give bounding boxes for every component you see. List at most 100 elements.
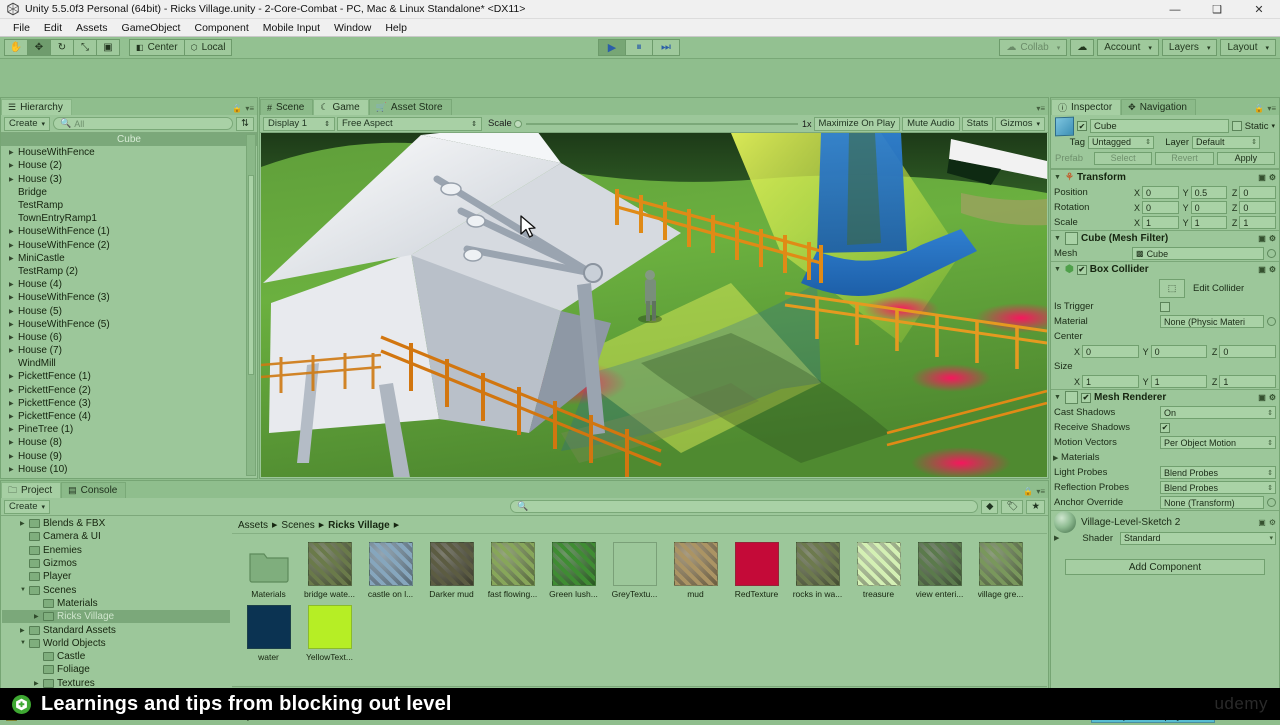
expand-arrow-icon[interactable]: ▶ (9, 255, 18, 262)
hierarchy-item[interactable]: TownEntryRamp1 (1, 212, 257, 225)
prefab-select-button[interactable]: Select (1094, 151, 1153, 165)
display-dropdown[interactable]: Display 1 ⇕ (263, 116, 335, 131)
add-component-button[interactable]: Add Component (1065, 559, 1265, 575)
transform-header-actions[interactable]: ▣ ⚙ (1258, 173, 1276, 182)
breadcrumb-current[interactable]: Ricks Village (328, 520, 390, 531)
gear-icon[interactable]: ⚙ (1269, 393, 1276, 402)
object-enabled-checkbox[interactable]: ✔ (1077, 121, 1087, 131)
foldout-icon[interactable]: ▼ (1054, 394, 1062, 401)
step-button[interactable]: ⏭ (652, 39, 680, 56)
project-folder-tree[interactable]: ▶ Blends & FBX Camera & UI Enemies Gizmos Pla… (2, 517, 230, 703)
cloud-services-button[interactable]: ☁ (1070, 39, 1095, 56)
mesh-renderer-enabled-checkbox[interactable]: ✔ (1081, 392, 1091, 403)
asset-item[interactable]: bridge wate... (299, 542, 360, 599)
expand-arrow-icon[interactable]: ▶ (9, 281, 18, 288)
material-header[interactable]: Village-Level-Sketch 2 ▣ ⚙ (1054, 511, 1276, 533)
scale-y-field[interactable]: 1 (1190, 216, 1228, 229)
hierarchy-item[interactable]: ▶ HouseWithFence (3) (1, 291, 257, 304)
hierarchy-item[interactable]: ▶ MiniCastle (1, 252, 257, 265)
aspect-dropdown[interactable]: Free Aspect ⇕ (337, 116, 482, 131)
menu-item-mobile-input[interactable]: Mobile Input (256, 20, 327, 36)
gear-icon[interactable]: ⚙ (1269, 173, 1276, 182)
asset-item[interactable]: Materials (238, 542, 299, 599)
scale-tool-icon[interactable]: ⤡ (73, 39, 97, 56)
rect-tool-icon[interactable]: ▣ (96, 39, 120, 56)
project-tree-item[interactable]: ▼ Scenes (2, 583, 230, 596)
position-y-field[interactable]: 0.5 (1190, 186, 1228, 199)
project-tree-item[interactable]: Enemies (2, 544, 230, 557)
tab-navigation[interactable]: ✥ Navigation (1121, 99, 1196, 115)
expand-arrow-icon[interactable]: ▶ (9, 228, 18, 235)
tab-asset-store[interactable]: 🛒 Asset Store (368, 99, 452, 115)
project-tree-item[interactable]: ▶ Ricks Village (2, 610, 230, 624)
hierarchy-create-button[interactable]: Create ▾ (4, 116, 51, 131)
game-render-canvas[interactable] (261, 133, 1047, 477)
lock-icon[interactable]: 🔒 (232, 104, 242, 113)
gear-icon[interactable]: ⚙ (1269, 265, 1276, 274)
hierarchy-item[interactable]: ▶ House (6) (1, 331, 257, 344)
tab-inspector[interactable]: ⓘ Inspector (1051, 99, 1122, 115)
menu-item-window[interactable]: Window (327, 20, 378, 36)
scale-slider[interactable]: 1x (513, 119, 812, 129)
expand-arrow-icon[interactable]: ▶ (9, 387, 18, 394)
panel-menu-icon[interactable]: ▾≡ (1267, 104, 1276, 113)
menu-item-help[interactable]: Help (378, 20, 414, 36)
asset-item[interactable]: rocks in wa... (787, 542, 848, 599)
hierarchy-sort-button[interactable]: ⇅ (236, 116, 254, 131)
position-x-field[interactable]: 0 (1142, 186, 1179, 199)
lock-icon[interactable]: 🔒 (1023, 487, 1033, 496)
foldout-icon[interactable]: ▼ (1054, 174, 1062, 181)
anchor-override-picker[interactable] (1267, 498, 1276, 507)
hierarchy-panel-menu[interactable]: 🔒 ▾≡ (232, 104, 254, 113)
scale-slider-track[interactable] (525, 122, 798, 125)
scale-z-field[interactable]: 1 (1239, 216, 1277, 229)
box-collider-header-actions[interactable]: ▣ ⚙ (1258, 265, 1276, 274)
hierarchy-item[interactable]: ▶ PickettFence (2) (1, 384, 257, 397)
asset-item[interactable]: YellowText... (299, 605, 360, 662)
project-tree-item[interactable]: Camera & UI (2, 530, 230, 543)
project-tree-item[interactable]: Materials (2, 597, 230, 610)
expand-arrow-icon[interactable]: ▶ (9, 426, 18, 433)
hierarchy-item[interactable]: ▶ HouseWithFence (1, 146, 257, 159)
mesh-object-field[interactable]: ▩ Cube (1132, 247, 1264, 260)
receive-shadows-checkbox[interactable]: ✔ (1160, 422, 1170, 433)
expand-arrow-icon[interactable]: ▶ (20, 520, 29, 527)
anchor-override-field[interactable]: None (Transform) (1160, 496, 1264, 509)
rotation-x-field[interactable]: 0 (1142, 201, 1179, 214)
asset-item[interactable]: castle on l... (360, 542, 421, 599)
hierarchy-item[interactable]: ▶ PickettFence (1) (1, 370, 257, 383)
menu-item-edit[interactable]: Edit (37, 20, 69, 36)
hierarchy-item[interactable]: WindMill (1, 357, 257, 370)
pivot-local-button[interactable]: ⬡ Local (183, 39, 233, 56)
size-y-field[interactable]: 1 (1150, 375, 1208, 388)
light-probes-dropdown[interactable]: Blend Probes ⇕ (1160, 466, 1276, 479)
tab-scene[interactable]: # Scene (260, 99, 314, 115)
collapse-arrow-icon[interactable]: ▼ (20, 640, 29, 646)
foldout-icon[interactable]: ▼ (1054, 266, 1062, 273)
hierarchy-item[interactable]: TestRamp (2) (1, 265, 257, 278)
asset-item[interactable]: water (238, 605, 299, 662)
help-icon[interactable]: ▣ (1258, 393, 1266, 402)
mute-audio-toggle[interactable]: Mute Audio (902, 116, 960, 131)
maximize-on-play-toggle[interactable]: Maximize On Play (813, 116, 901, 131)
breadcrumb-assets[interactable]: Assets (238, 520, 268, 531)
asset-item[interactable]: view enteri... (909, 542, 970, 599)
expand-arrow-icon[interactable]: ▶ (9, 347, 18, 354)
menu-item-file[interactable]: File (6, 20, 37, 36)
mesh-picker-button[interactable] (1267, 249, 1276, 258)
hierarchy-item-cube[interactable]: Cube (1, 133, 257, 147)
stats-toggle[interactable]: Stats (961, 116, 994, 131)
rotation-y-field[interactable]: 0 (1190, 201, 1228, 214)
box-collider-enabled-checkbox[interactable]: ✔ (1076, 264, 1087, 275)
size-z-field[interactable]: 1 (1219, 375, 1277, 388)
expand-arrow-icon[interactable]: ▶ (9, 413, 18, 420)
mesh-renderer-header[interactable]: ▼ ✔ Mesh Renderer ▣ ⚙ (1051, 390, 1279, 405)
help-icon[interactable]: ▣ (1258, 265, 1266, 274)
hierarchy-item[interactable]: ▶ PickettFence (4) (1, 410, 257, 423)
prefab-apply-button[interactable]: Apply (1216, 151, 1275, 165)
expand-arrow-icon[interactable]: ▶ (9, 308, 18, 315)
hierarchy-search-input[interactable]: 🔍 All (53, 117, 234, 130)
object-name-field[interactable]: Cube (1090, 119, 1229, 133)
play-button[interactable]: ▶ (598, 39, 626, 56)
project-favorites-button[interactable]: ★ (1026, 499, 1045, 514)
